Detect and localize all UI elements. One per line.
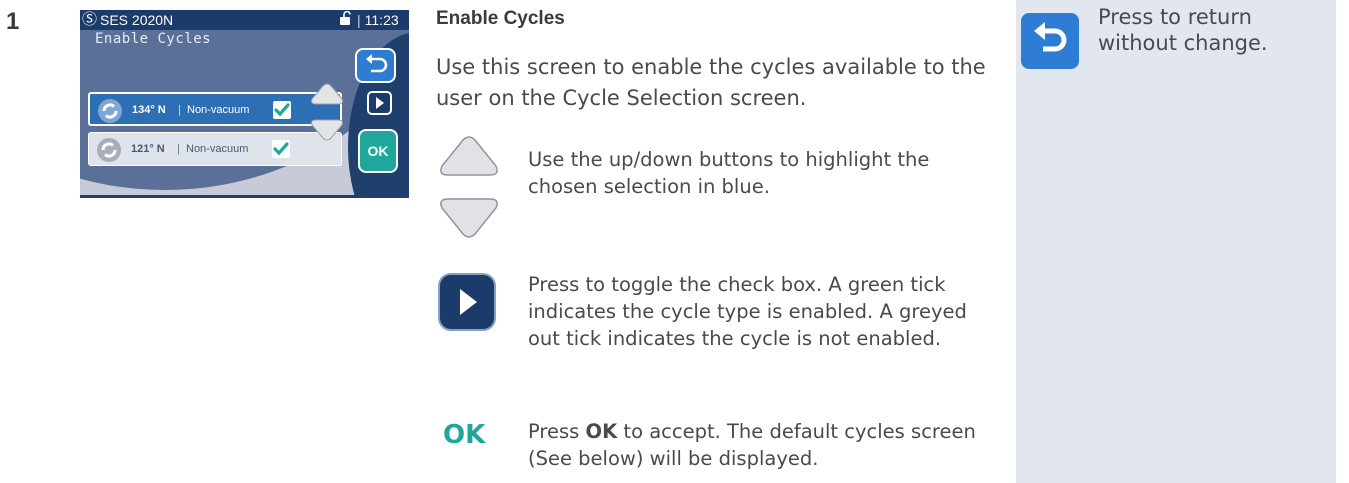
device-up-arrow-button[interactable] (310, 82, 344, 106)
up-arrow-icon (440, 136, 498, 176)
cycle-enable-checkbox[interactable] (272, 140, 290, 158)
cycle-enable-checkbox[interactable] (273, 101, 291, 119)
cycle-temp: 121° N (131, 143, 165, 155)
device-next-button[interactable] (367, 91, 392, 115)
step-number: 1 (6, 8, 20, 35)
play-button-icon (438, 273, 496, 331)
device-cycle-row-121[interactable]: 121° N | Non-vacuum (88, 132, 342, 166)
down-arrow-icon (440, 198, 498, 238)
updown-instruction: Use the up/down buttons to highlight the… (528, 148, 930, 198)
device-status-bar: Ⓢ SES 2020N 11:23 (80, 10, 409, 30)
cycle-icon (98, 99, 122, 123)
return-arrow-icon (366, 54, 388, 73)
device-model: SES 2020N (100, 12, 174, 28)
side-note-column (1016, 0, 1336, 483)
play-arrow-icon (376, 97, 384, 109)
unlock-icon (340, 11, 351, 25)
cycle-separator: | (177, 143, 180, 155)
ok-instruction-bold: OK (585, 420, 618, 443)
device-screen-title: Enable Cycles (95, 31, 212, 47)
cycle-icon (97, 138, 121, 162)
device-clock: 11:23 (357, 10, 399, 30)
device-ok-button[interactable]: OK (358, 129, 398, 173)
section-heading: Enable Cycles (436, 8, 565, 29)
device-screenshot: Ⓢ SES 2020N 11:23 Enable Cycles 134° N |… (80, 10, 409, 198)
green-tick-icon (273, 142, 289, 156)
return-instruction: Press to return without change. (1098, 5, 1268, 55)
intro-text: Use this screen to enable the cycles ava… (436, 55, 986, 110)
return-button-icon (1021, 13, 1079, 69)
device-back-button[interactable] (355, 48, 396, 83)
ok-instruction-prefix: Press (528, 420, 586, 443)
green-tick-icon (274, 103, 290, 117)
device-down-arrow-button[interactable] (310, 118, 344, 142)
brand-logo-icon: Ⓢ (82, 11, 98, 28)
ok-instruction: Press OK to accept. The default cycles s… (528, 418, 998, 472)
cycle-type: Non-vacuum (186, 143, 249, 155)
toggle-instruction: Press to toggle the check box. A green t… (528, 273, 967, 350)
cycle-temp: 134° N (132, 104, 166, 116)
cycle-type: Non-vacuum (187, 104, 250, 116)
ok-icon: OK (443, 420, 486, 450)
device-cycle-row-134[interactable]: 134° N | Non-vacuum (88, 92, 342, 126)
cycle-separator: | (178, 104, 181, 116)
